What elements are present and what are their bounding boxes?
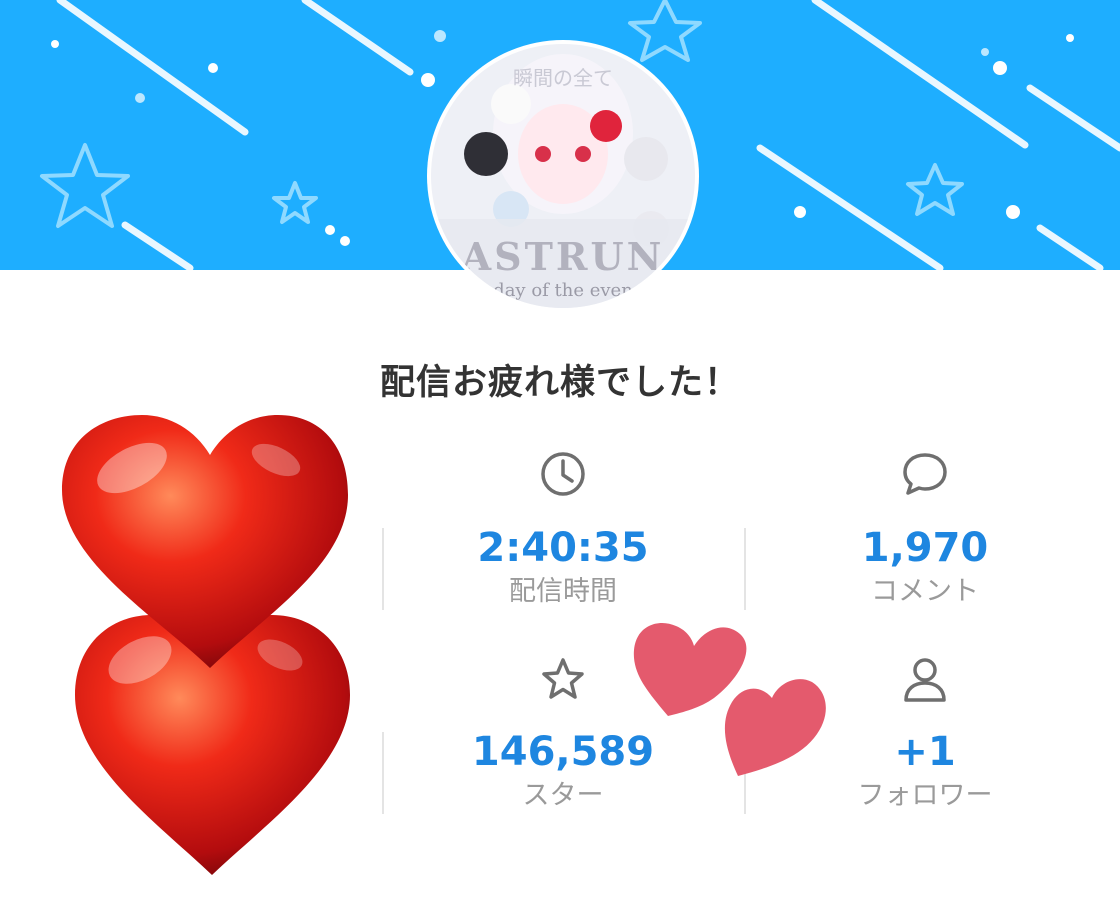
small-heart-right <box>724 679 826 776</box>
stars-label: スター <box>522 780 604 811</box>
followers-label: フォロワー <box>857 780 993 811</box>
stat-comments: 1,970 コメント <box>745 450 1105 610</box>
avatar-image: 瞬間の全て ASTRUN day of the even <box>431 44 695 308</box>
stream-time-value: 2:40:35 <box>477 525 649 571</box>
streamer-avatar[interactable]: 瞬間の全て ASTRUN day of the even <box>427 40 699 312</box>
comments-value: 1,970 <box>861 525 989 571</box>
comments-label: コメント <box>871 576 979 607</box>
avatar-logo-text: ASTRUN <box>461 234 665 279</box>
clock-icon <box>541 452 585 496</box>
stat-stream-time: 2:40:35 配信時間 <box>383 450 743 610</box>
avatar-top-text: 瞬間の全て <box>513 66 613 90</box>
avatar-tagline: day of the even <box>493 280 633 301</box>
stream-time-label: 配信時間 <box>509 576 617 607</box>
person-icon <box>904 658 946 702</box>
small-hearts-decoration <box>633 623 826 776</box>
big-hearts-decoration <box>62 415 350 875</box>
star-icon <box>542 658 584 699</box>
comment-icon <box>903 453 947 495</box>
page-title: 配信お疲れ様でした！ <box>379 363 740 403</box>
small-heart-left <box>633 623 747 716</box>
